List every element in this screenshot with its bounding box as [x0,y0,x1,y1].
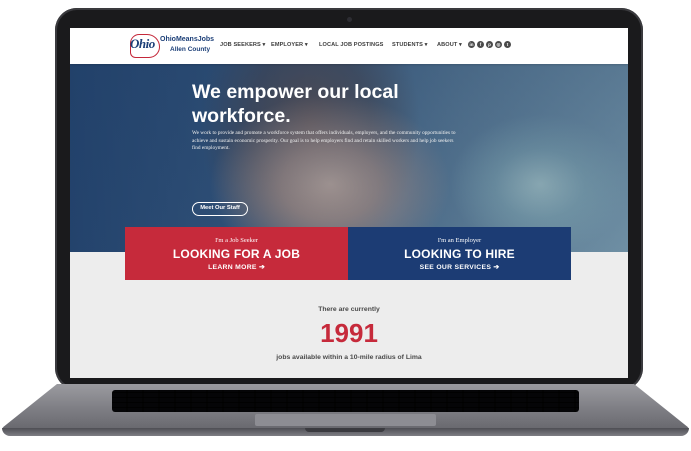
instagram-icon[interactable]: ◎ [495,41,502,48]
employer-headline: LOOKING TO HIRE [404,247,515,261]
site-logo[interactable]: Ohio OhioMeansJobs Allen County [130,34,215,60]
nav-employer[interactable]: EMPLOYER ▾ [271,42,308,48]
logo-brand-name: OhioMeansJobs [160,36,215,43]
job-seeker-kicker: I'm a Job Seeker [215,237,258,244]
employer-kicker: I'm an Employer [437,237,482,244]
pinterest-icon[interactable]: p [486,41,493,48]
nav-job-seekers[interactable]: JOB SEEKERS ▾ [220,42,265,48]
hero-title: We empower our local workforce. [192,81,399,127]
hero-description: We work to provide and promote a workfor… [192,130,456,151]
facebook-icon[interactable]: f [477,41,484,48]
linkedin-icon[interactable]: in [468,41,475,48]
audience-cta-row: I'm a Job Seeker LOOKING FOR A JOB LEARN… [125,227,571,280]
learn-more-link[interactable]: LEARN MORE ➔ [125,263,348,271]
keyboard [112,390,579,412]
job-seeker-headline: LOOKING FOR A JOB [172,247,301,261]
hero-banner: We empower our local workforce. We work … [70,64,628,252]
job-count-number: 1991 [320,318,378,348]
browser-viewport: Ohio OhioMeansJobs Allen County JOB SEEK… [70,28,628,378]
logo-ohio-script: Ohio [130,36,155,51]
meet-our-staff-button[interactable]: Meet Our Staff [192,202,248,216]
trackpad [255,414,436,426]
see-our-services-link[interactable]: SEE OUR SERVICES ➔ [348,263,571,271]
twitter-icon[interactable]: t [504,41,511,48]
employer-cta[interactable]: I'm an Employer LOOKING TO HIRE SEE OUR … [348,227,571,280]
site-header: Ohio OhioMeansJobs Allen County JOB SEEK… [70,28,628,64]
nav-local-job-postings[interactable]: LOCAL JOB POSTINGS [319,42,383,48]
job-count-intro: There are currently [318,306,380,313]
job-seeker-cta[interactable]: I'm a Job Seeker LOOKING FOR A JOB LEARN… [125,227,348,280]
laptop-base [2,384,689,442]
job-count-caption: jobs available within a 10-mile radius o… [276,354,422,361]
logo-county-name: Allen County [170,46,211,53]
nav-students[interactable]: STUDENTS ▾ [392,42,428,48]
lid-notch [305,428,385,432]
webcam-icon [347,17,352,22]
job-count-section: There are currently 1991 jobs available … [70,280,628,378]
nav-about[interactable]: ABOUT ▾ [437,42,462,48]
